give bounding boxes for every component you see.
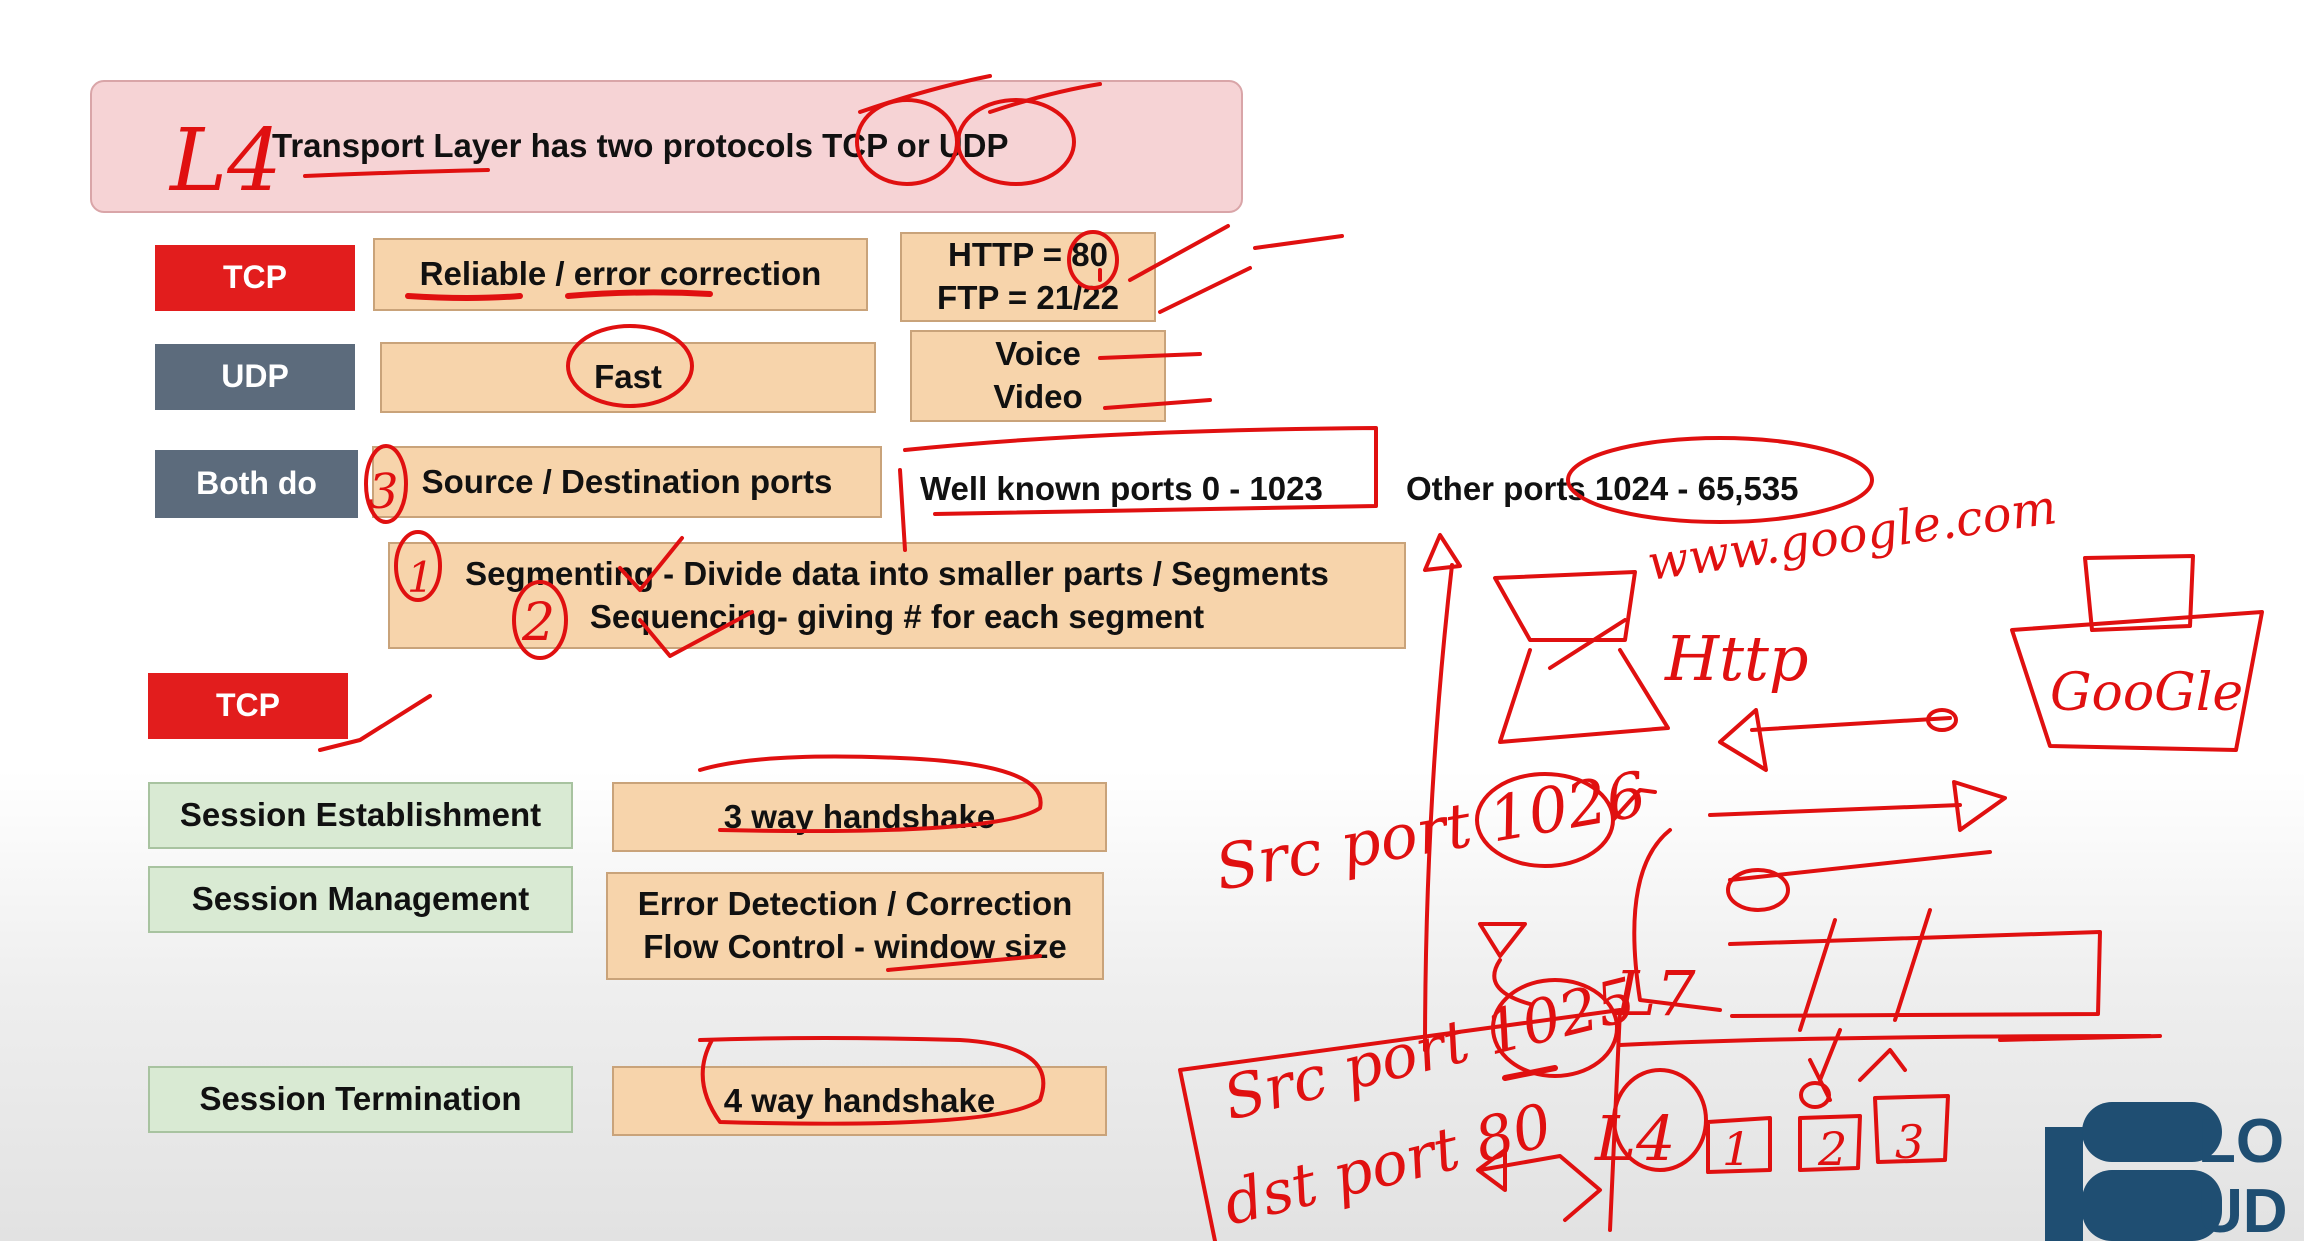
logo-text-top: LO — [2198, 1107, 2284, 1176]
window-size-underline — [886, 954, 1042, 972]
three-way-circle — [698, 754, 1043, 834]
src-port-1025-handwriting: Src port 1025 — [1217, 965, 1643, 1135]
segment-1-label: 1 — [1722, 1122, 1751, 1176]
www-google-handwriting: www.google.com — [1644, 479, 2060, 592]
l7-handwriting: L7 — [1614, 957, 1696, 1030]
ftp-tick — [1158, 266, 1252, 314]
google-server-label: GooGle — [2050, 663, 2243, 723]
down-arrowhead — [1478, 922, 1527, 958]
channel-logo: LO UD — [2045, 1102, 2288, 1241]
segment-joint-circle — [1799, 1081, 1831, 1109]
reliable-underline — [405, 293, 523, 301]
l4-title-handwriting: L4 — [168, 111, 282, 211]
udp-circle — [956, 98, 1076, 186]
other-ports-circle — [1566, 436, 1874, 524]
response-line-2 — [1728, 850, 1992, 882]
l4-bracket — [1478, 1154, 1602, 1222]
request-arrowhead — [1718, 708, 1768, 772]
error-underline — [565, 289, 713, 299]
four-way-circle — [698, 1036, 1046, 1126]
handwritten-2: 2 — [521, 593, 555, 653]
response-arrow-line — [1708, 803, 1962, 817]
l7-data-box — [1728, 930, 2102, 1018]
port-80-circle — [1067, 230, 1119, 290]
title-underline — [303, 168, 490, 178]
client-monitor — [1493, 570, 1637, 642]
video-dash — [1103, 398, 1212, 410]
fast-circle — [566, 324, 694, 408]
udp-tick — [988, 82, 1102, 114]
http-dash — [1253, 234, 1344, 250]
segment-arrows — [1808, 1048, 1907, 1102]
logo-bar — [2045, 1127, 2083, 1241]
client-base — [1498, 648, 1670, 744]
tcp-circle — [855, 98, 959, 186]
annotation-overlay: L4 3 1 2 www.google.com Http GooGle Src … — [168, 74, 2264, 1241]
tcp-tick — [858, 74, 992, 114]
well-known-box — [898, 426, 1378, 552]
sequencing-check — [638, 610, 754, 658]
segmenting-check — [618, 536, 684, 592]
http-handwriting: Http — [1664, 622, 1809, 695]
vertical-arrowhead — [1423, 533, 1462, 572]
client-cross — [1548, 618, 1627, 670]
logo-text-bottom: UD — [2198, 1177, 2288, 1241]
l7-segment-marks — [1798, 908, 1932, 1032]
http-tick — [1128, 224, 1230, 282]
request-arrow-line — [1750, 716, 1952, 732]
voice-dash — [1098, 352, 1202, 360]
tcp-section-check — [318, 694, 432, 752]
